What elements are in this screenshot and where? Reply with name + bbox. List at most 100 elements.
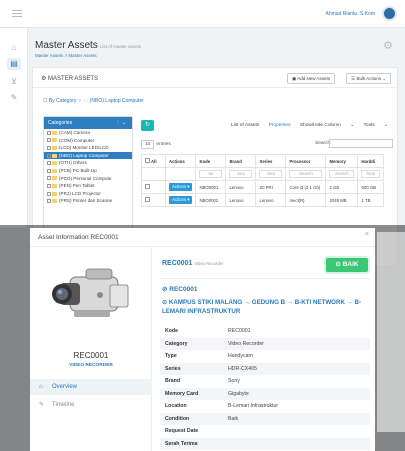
detail-row: Category Video Recorder: [160, 337, 370, 350]
menu-icon[interactable]: [12, 10, 22, 17]
col-processor[interactable]: Processor: [285, 154, 327, 168]
detail-value: B-Lemari Infrastruktur: [228, 403, 279, 409]
filter-input[interactable]: Sea: [229, 170, 253, 178]
tab-show-hide-column[interactable]: Show/Hide Column ⌄: [300, 123, 354, 128]
detail-value: REC0001: [228, 328, 251, 334]
category-item[interactable]: (OTH) Others: [44, 159, 132, 167]
col-actions: Actions: [164, 154, 197, 168]
cart-icon[interactable]: ⊻: [7, 76, 21, 88]
col-harddisk[interactable]: Harddi: [357, 154, 385, 168]
folder-icon: [52, 191, 57, 196]
tab-tools[interactable]: Tools ⌄: [364, 123, 389, 128]
expand-icon: [47, 183, 51, 188]
col-brand[interactable]: Brand: [225, 154, 257, 168]
folder-icon: [52, 168, 57, 173]
detail-row: Condition Baik: [160, 412, 370, 425]
detail-row: Memory Card Gigabyte: [160, 387, 370, 400]
tab-list-of-assets[interactable]: List of Assets: [231, 123, 259, 128]
nav-timeline[interactable]: ✎ Timeline: [30, 397, 152, 413]
filter-input[interactable]: Se: [199, 170, 223, 178]
category-item[interactable]: (PCB) PC Built-Up: [44, 167, 132, 175]
category-item[interactable]: (LCD) Monitor LED/LCD: [44, 144, 132, 152]
expand-icon: [47, 153, 51, 158]
tab-properties[interactable]: Properties: [269, 123, 291, 128]
nav-overview[interactable]: ⌂ Overview: [30, 379, 152, 395]
category-item[interactable]: (PRJ) LCD Projector: [44, 190, 132, 198]
page-subtitle: List of master assets: [99, 44, 142, 49]
detail-label: Request Date: [165, 428, 199, 434]
cell-memory: 2048 MB: [325, 193, 359, 207]
filter-input[interactable]: Sea: [259, 170, 283, 178]
filter-input[interactable]: Sear: [361, 170, 381, 178]
detail-label: Brand: [165, 378, 180, 384]
card-title: ⚙ MASTER ASSETS: [41, 76, 99, 82]
expand-icon: [47, 191, 51, 196]
folder-icon: [52, 145, 57, 150]
detail-value: Baik: [228, 415, 239, 422]
bulk-actions-button[interactable]: ☰ Bulk Actions ⌄: [346, 73, 391, 84]
detail-value: Handycam: [228, 353, 253, 359]
add-asset-button[interactable]: ▣ Add New Assets: [286, 73, 335, 84]
detail-value: Sony: [228, 378, 240, 384]
breadcrumb[interactable]: Master Assets > Master Assets: [35, 53, 97, 58]
cell-brand: Lenovo: [225, 193, 257, 207]
folder-icon: [52, 199, 57, 204]
page-title: Master Assets List of master assets: [35, 40, 142, 51]
camcorder-image: [40, 255, 140, 345]
asset-location: ⊙ KAMPUS STIKI MALANG → GEDUNG B → B-KTI…: [162, 299, 362, 315]
header-asset-code: REC0001 Video Recorder: [162, 260, 224, 267]
cell-processor: Core i3 (2.1 Gh): [285, 180, 327, 194]
top-bar: Ahmad Riantu, S.Kom: [0, 0, 405, 28]
table-row[interactable]: Actions ▾ NBO0002 Lenovo Lenovo mecl(R) …: [141, 193, 385, 207]
detail-label: Location: [165, 403, 187, 409]
expand-icon: [47, 168, 51, 173]
filter-input[interactable]: Search: [289, 170, 323, 178]
row-actions-button[interactable]: Actions ▾: [169, 183, 193, 191]
category-item[interactable]: (NBO) Laptop Computer: [44, 151, 132, 160]
category-breadcrumb[interactable]: ☐ By Category › ▭ (NBO) Laptop Computer: [43, 98, 144, 104]
status-button[interactable]: ⊙ BAIK: [326, 258, 368, 272]
row-actions-button[interactable]: Actions ▾: [169, 196, 193, 204]
folder-icon: [52, 138, 57, 143]
refresh-button[interactable]: ↻: [141, 120, 154, 131]
table-tabs: List of Assets Properties Show/Hide Colu…: [231, 123, 396, 128]
home-icon: ⌂: [39, 384, 43, 390]
search-input[interactable]: [329, 139, 393, 148]
modal-content: REC0001 Video Recorder ⊙ BAIK ⊘ REC0001 ⊙…: [160, 247, 370, 451]
asset-type: VIDEO RECORDER: [69, 363, 113, 368]
tree-menu-icon[interactable]: ⋮ ⌄: [115, 117, 126, 129]
home-icon[interactable]: ⌂: [7, 42, 21, 54]
page-size-control[interactable]: 10 entries: [141, 140, 171, 149]
avatar[interactable]: [382, 6, 397, 21]
cell-harddisk: 500 GB: [357, 180, 385, 194]
category-item[interactable]: (CAM) Camera: [44, 129, 132, 137]
database-icon[interactable]: ▤: [7, 58, 21, 70]
expand-icon: [47, 161, 51, 166]
wrench-icon[interactable]: ✎: [7, 92, 21, 104]
close-icon[interactable]: ×: [365, 231, 369, 238]
detail-label: Memory Card: [165, 390, 199, 397]
tag-icon: ⊘: [162, 286, 168, 293]
category-item[interactable]: (PRS) Printer dan Scanne: [44, 197, 132, 205]
gear-icon[interactable]: ⚙: [383, 39, 393, 52]
folder-icon: [52, 130, 57, 135]
col-memory[interactable]: Memory: [325, 154, 359, 168]
row-checkbox[interactable]: [145, 197, 150, 202]
row-checkbox[interactable]: [145, 184, 150, 189]
filter-input[interactable]: Search: [329, 170, 355, 178]
category-item[interactable]: (PCO) Personal Compute: [44, 175, 132, 183]
category-item[interactable]: (COM) Computer: [44, 137, 132, 145]
col-kode[interactable]: Kode: [195, 154, 227, 168]
detail-row: Series HDR-CX405: [160, 362, 370, 375]
cell-memory: 2 GB: [325, 180, 359, 194]
folder-icon: [52, 176, 57, 181]
details-list: Kode REC0001 Category Video Recorder Type Han…: [160, 325, 370, 450]
table-row[interactable]: Actions ▾ NBO0001 Lenovo Z0 PRI Core i3 …: [141, 180, 385, 194]
category-item[interactable]: (PEN) Pen Tablet: [44, 182, 132, 190]
folder-icon: [52, 183, 57, 188]
detail-value: Video Recorder: [228, 340, 264, 347]
col-series[interactable]: Series: [255, 154, 287, 168]
user-name[interactable]: Ahmad Riantu, S.Kom: [326, 11, 375, 17]
select-all-header[interactable]: All: [141, 154, 166, 168]
expand-icon: [47, 145, 51, 150]
